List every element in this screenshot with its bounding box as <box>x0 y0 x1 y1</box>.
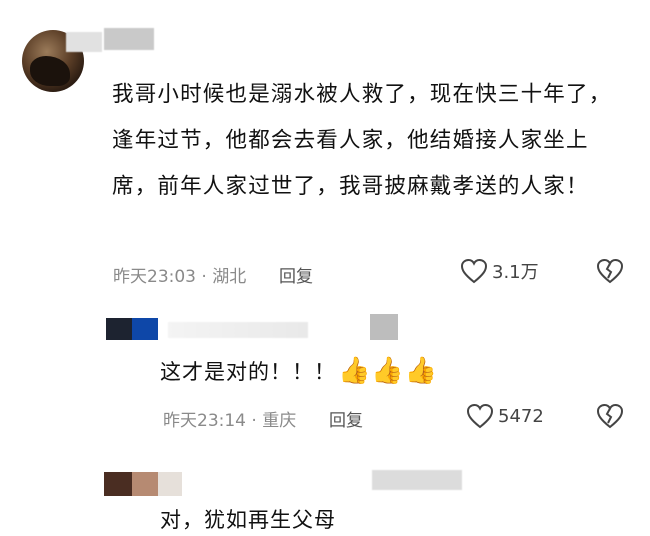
reply-meta: 昨天23:14 · 重庆 回复 <box>163 406 363 431</box>
username-blurred[interactable] <box>66 32 102 52</box>
reply-text-row: 这才是对的！！！ 👍👍👍 <box>160 356 438 386</box>
timestamp-location: 昨天23:03 · 湖北 <box>113 267 247 287</box>
username-blurred[interactable] <box>104 28 154 50</box>
comment-text: 我哥小时候也是溺水被人救了，现在快三十年了，逢年过节，他都会去看人家，他结婚接人… <box>112 82 612 199</box>
comment-meta: 昨天23:03 · 湖北 回复 <box>113 262 313 287</box>
reply-button[interactable]: 回复 <box>279 267 313 287</box>
dislike-button[interactable] <box>596 258 628 284</box>
username-blurred[interactable] <box>370 314 398 340</box>
broken-heart-icon <box>596 403 624 429</box>
reply-text: 对，犹如再生父母 <box>160 508 336 532</box>
reply-text: 这才是对的！！！ <box>160 360 336 384</box>
timestamp-location: 昨天23:14 · 重庆 <box>163 411 297 431</box>
username-blurred[interactable] <box>168 322 308 338</box>
avatar[interactable] <box>106 318 158 340</box>
heart-outline-icon <box>466 403 494 429</box>
like-count: 5472 <box>498 405 544 427</box>
like-button[interactable]: 5472 <box>466 403 544 429</box>
heart-outline-icon <box>460 258 488 284</box>
avatar[interactable] <box>104 472 182 496</box>
like-button[interactable]: 3.1万 <box>460 258 539 284</box>
like-count: 3.1万 <box>492 262 539 283</box>
broken-heart-icon <box>596 258 624 284</box>
dislike-button[interactable] <box>596 403 628 429</box>
reply-button[interactable]: 回复 <box>329 411 363 431</box>
thumbs-up-emoji: 👍👍👍 <box>338 356 439 386</box>
username-blurred[interactable] <box>372 470 462 490</box>
